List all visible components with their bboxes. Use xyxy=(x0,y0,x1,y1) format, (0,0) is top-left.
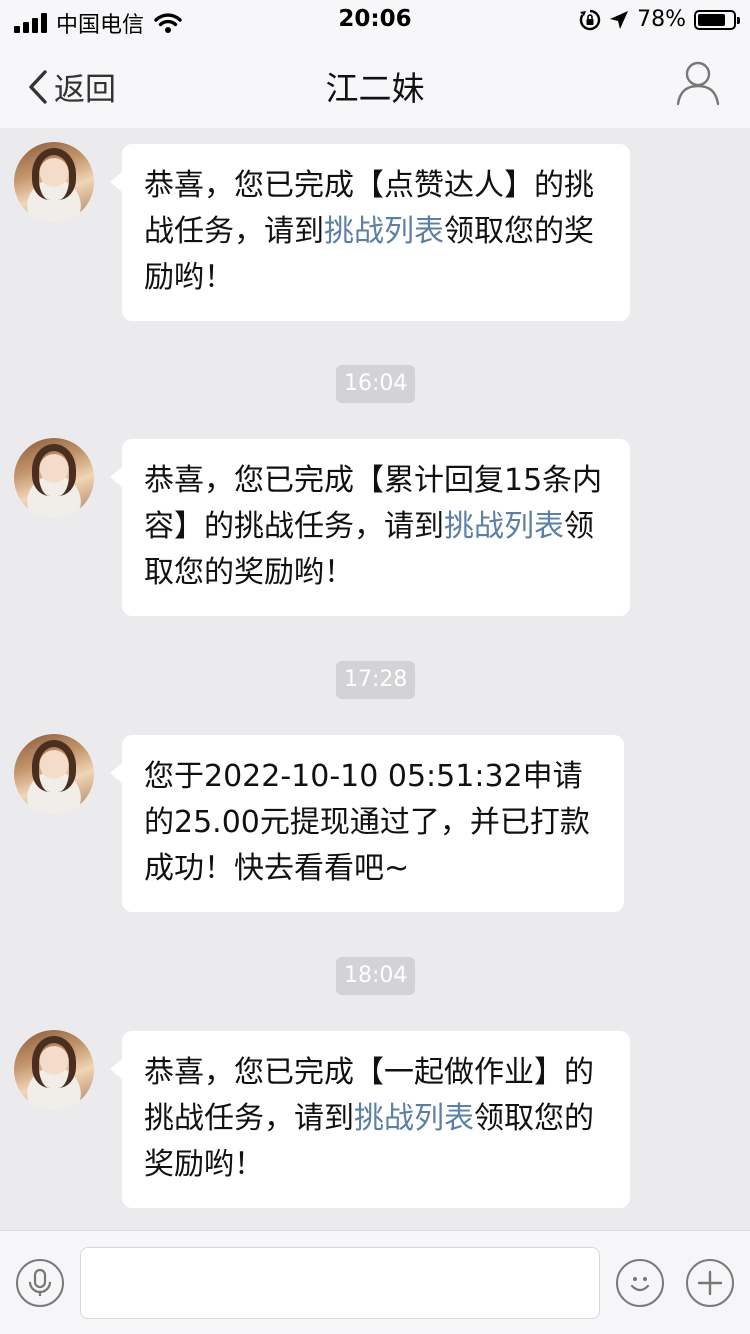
message-bubble[interactable]: 恭喜，您已完成【累计回复15条内容】的挑战任务，请到挑战列表领取您的奖励哟！ xyxy=(110,439,630,616)
timestamp: 16:04 xyxy=(336,365,416,403)
emoji-button[interactable] xyxy=(616,1259,664,1307)
voice-button[interactable] xyxy=(16,1259,64,1307)
message-bubble[interactable]: 恭喜，您已完成【点赞达人】的挑战任务，请到挑战列表领取您的奖励哟！ xyxy=(110,144,630,321)
timestamp: 17:28 xyxy=(336,661,416,699)
message-bubble[interactable]: 您于2022-10-10 05:51:32申请的25.00元提现通过了，并已打款… xyxy=(110,735,624,912)
battery-percent: 78% xyxy=(637,7,686,32)
challenge-list-link[interactable]: 挑战列表 xyxy=(354,1101,474,1136)
navigation-bar: 返回 江二妹 xyxy=(0,40,750,128)
avatar[interactable] xyxy=(14,1030,94,1110)
message-bubble[interactable]: 恭喜，您已完成【一起做作业】的挑战任务，请到挑战列表领取您的奖励哟！ xyxy=(110,1031,630,1208)
challenge-list-link[interactable]: 挑战列表 xyxy=(444,509,564,544)
microphone-icon xyxy=(28,1268,52,1296)
profile-button[interactable] xyxy=(676,60,720,110)
rotation-lock-icon xyxy=(579,9,601,30)
page-title: 江二妹 xyxy=(325,69,425,108)
message-input[interactable] xyxy=(80,1247,600,1319)
top-bar: 中国电信 20:06 78% 返回 江二妹 xyxy=(0,0,750,128)
person-icon xyxy=(676,61,720,106)
message-text: 您于2022-10-10 05:51:32申请的25.00元提现通过了，并已打款… xyxy=(144,759,590,886)
location-arrow-icon xyxy=(610,10,629,29)
status-bar: 中国电信 20:06 78% xyxy=(0,0,750,40)
chat-list[interactable]: 恭喜，您已完成【点赞达人】的挑战任务，请到挑战列表领取您的奖励哟！ 16:04 … xyxy=(0,128,750,1230)
input-bar xyxy=(0,1230,750,1334)
avatar[interactable] xyxy=(14,438,94,518)
timestamp: 18:04 xyxy=(336,957,416,995)
battery-icon xyxy=(694,9,740,30)
challenge-list-link[interactable]: 挑战列表 xyxy=(324,214,444,249)
plus-icon xyxy=(697,1270,723,1296)
more-button[interactable] xyxy=(686,1259,734,1307)
avatar[interactable] xyxy=(14,734,94,814)
smiley-icon xyxy=(630,1277,650,1292)
avatar[interactable] xyxy=(14,142,94,222)
